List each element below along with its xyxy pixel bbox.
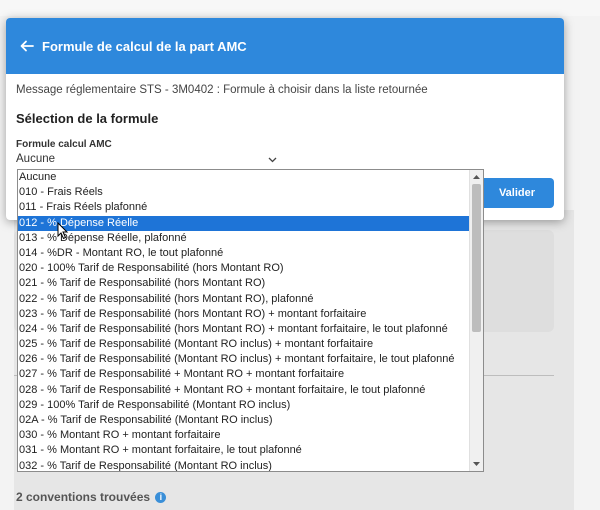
- section-title: Sélection de la formule: [16, 111, 159, 126]
- dropdown-option[interactable]: 022 - % Tarif de Responsabilité (hors Mo…: [18, 292, 471, 307]
- scroll-up-icon[interactable]: [473, 174, 480, 180]
- dropdown-option[interactable]: 025 - % Tarif de Responsabilité (Montant…: [18, 337, 471, 352]
- dropdown-option[interactable]: 014 - %DR - Montant RO, le tout plafonné: [18, 246, 471, 261]
- dropdown-option[interactable]: Aucune: [18, 170, 471, 185]
- info-icon[interactable]: i: [155, 492, 167, 504]
- mouse-cursor-icon: [57, 222, 69, 240]
- dropdown-options: Aucune 010 - Frais Réels 011 - Frais Réels…: [18, 170, 483, 471]
- dropdown-option[interactable]: 028 - % Tarif de Responsabilité + Montan…: [18, 383, 471, 398]
- dropdown-option[interactable]: 010 - Frais Réels: [18, 185, 471, 200]
- dropdown-option[interactable]: 029 - 100% Tarif de Responsabilité (Mont…: [18, 398, 471, 413]
- field-label: Formule calcul AMC: [16, 139, 112, 150]
- dropdown-option[interactable]: 02A - % Tarif de Responsabilité (Montant…: [18, 413, 471, 428]
- dropdown-scrollbar[interactable]: [469, 170, 483, 471]
- scroll-down-icon[interactable]: [473, 461, 480, 467]
- dropdown-option[interactable]: 020 - 100% Tarif de Responsabilité (hors…: [18, 261, 471, 276]
- dropdown-option[interactable]: 032 - % Tarif de Responsabilité (Montant…: [18, 459, 471, 471]
- dropdown-option[interactable]: 026 - % Tarif de Responsabilité (Montant…: [18, 352, 471, 367]
- scrollbar-thumb[interactable]: [472, 184, 481, 332]
- dropdown-option[interactable]: 012 - % Dépense Réelle: [18, 215, 471, 231]
- dropdown-option[interactable]: 024 - % Tarif de Responsabilité (hors Mo…: [18, 322, 471, 337]
- dialog-header: Formule de calcul de la part AMC: [6, 18, 564, 74]
- validate-button[interactable]: Valider: [480, 178, 554, 208]
- dialog-title: Formule de calcul de la part AMC: [42, 38, 247, 54]
- dropdown-option[interactable]: 011 - Frais Réels plafonné: [18, 200, 471, 215]
- dropdown-option[interactable]: 021 - % Tarif de Responsabilité (hors Mo…: [18, 276, 471, 291]
- formula-dropdown-list[interactable]: Aucune 010 - Frais Réels 011 - Frais Réels…: [17, 169, 484, 472]
- dropdown-option[interactable]: 027 - % Tarif de Responsabilité + Montan…: [18, 367, 471, 382]
- dropdown-option[interactable]: 030 - % Montant RO + montant forfaitaire: [18, 428, 471, 443]
- dropdown-option[interactable]: 023 - % Tarif de Responsabilité (hors Mo…: [18, 307, 471, 322]
- formula-select[interactable]: Aucune: [16, 153, 274, 165]
- conventions-count: 2 conventions trouvées i: [16, 490, 167, 504]
- dropdown-option[interactable]: 031 - % Montant RO + montant forfaitaire…: [18, 443, 471, 458]
- page-background-top: [0, 0, 600, 16]
- conventions-count-text: 2 conventions trouvées: [16, 490, 151, 504]
- chevron-down-icon[interactable]: [268, 157, 277, 163]
- regulatory-message: Message réglementaire STS - 3M0402 : For…: [16, 84, 428, 96]
- back-arrow-icon[interactable]: [20, 39, 34, 53]
- dropdown-option[interactable]: 013 - % Dépense Réelle, plafonné: [18, 231, 471, 246]
